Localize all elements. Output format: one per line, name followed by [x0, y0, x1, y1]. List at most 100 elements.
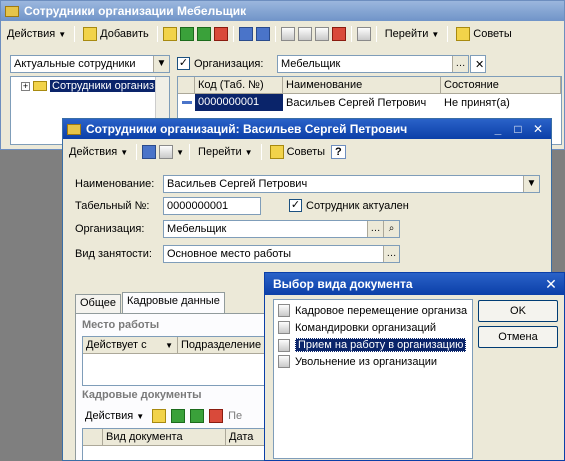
list-item-selected[interactable]: Прием на работу в организацию [278, 338, 467, 352]
form-titlebar: Сотрудники организаций: Васильев Сергей … [63, 119, 551, 139]
toolbar-separator [274, 26, 276, 42]
form-goto-menu[interactable]: Перейти ▼ [195, 145, 256, 159]
main-goto-menu[interactable]: Перейти ▼ [382, 27, 443, 41]
ellipsis-icon[interactable]: … [452, 56, 468, 72]
toolbar-separator [156, 26, 158, 42]
chevron-down-icon: ▼ [431, 29, 440, 39]
employee-filter-select[interactable]: Актуальные сотрудники ▼ [10, 55, 170, 73]
window-folder-icon [5, 5, 19, 17]
filter-off-icon[interactable] [331, 27, 346, 41]
clear-org-button[interactable]: ✕ [470, 55, 486, 73]
list-item[interactable]: Кадровое перемещение организа [278, 304, 467, 317]
add-label: Добавить [100, 28, 149, 40]
list-item[interactable]: Увольнение из организации [278, 355, 437, 368]
table-row[interactable]: 0000000001 Васильев Сергей Петрович Не п… [178, 94, 561, 111]
workplace-header: Место работы [82, 319, 160, 331]
copy-icon[interactable] [179, 27, 194, 41]
filter-list-icon[interactable] [297, 27, 312, 41]
main-window-title: Сотрудники организации Мебельщик [24, 4, 247, 18]
ellipsis-icon[interactable]: … [383, 246, 399, 262]
org-filter-checkbox[interactable]: ✓ [177, 57, 190, 70]
hr-docs-header: Кадровые документы [82, 389, 202, 401]
document-icon [278, 355, 290, 368]
cancel-button[interactable]: Отмена [478, 326, 558, 348]
delete-doc-icon[interactable] [209, 409, 224, 423]
filter-value-icon[interactable] [314, 27, 329, 41]
delete-mark-icon[interactable] [213, 27, 228, 41]
tree-item-label: Сотрудники организ [50, 80, 157, 92]
employment-input[interactable]: Основное место работы … [163, 245, 400, 263]
hr-col-doc-type[interactable]: Вид документа [103, 429, 226, 445]
back-arrow-icon[interactable] [142, 145, 157, 159]
main-actions-menu[interactable]: Действия ▼ [4, 27, 69, 41]
employee-filter-value: Актуальные сотрудники [14, 58, 136, 70]
dialog-title: Выбор вида документа [273, 277, 413, 291]
form-actions-menu[interactable]: Действия ▼ [66, 145, 131, 159]
expand-icon[interactable]: + [21, 81, 30, 91]
main-org-filter: ✓ Организация: [177, 57, 263, 70]
structure-icon[interactable] [356, 27, 371, 41]
form-toolbar: Действия ▼ ▼ Перейти ▼ Советы ? [63, 141, 551, 163]
hierarchy-icon[interactable] [238, 27, 253, 41]
grid-col-code[interactable]: Код (Таб. №) [195, 77, 283, 93]
hr-actions-menu[interactable]: Действия ▼ [82, 409, 147, 423]
main-goto-label: Перейти [384, 28, 429, 40]
name-input[interactable]: Васильев Сергей Петрович ▼ [163, 175, 540, 193]
main-org-input[interactable]: Мебельщик … [277, 55, 469, 73]
grid-col-state[interactable]: Состояние [441, 77, 561, 93]
tab-number-input[interactable]: 0000000001 [163, 197, 261, 215]
maximize-icon[interactable]: □ [511, 122, 525, 136]
tips-icon [456, 27, 471, 41]
copy-doc-icon[interactable] [171, 409, 186, 423]
minimize-icon[interactable]: _ [491, 122, 505, 136]
ok-button[interactable]: OK [478, 300, 558, 322]
structure-icon[interactable] [159, 145, 174, 159]
grid-col-name[interactable]: Наименование [283, 77, 441, 93]
chevron-down-icon[interactable]: ▼ [176, 148, 184, 157]
list-item-label: Увольнение из организации [295, 355, 438, 368]
tree-item[interactable]: + Сотрудники организ [21, 80, 157, 92]
row-name: Васильев Сергей Петрович [286, 96, 427, 109]
org-label: Организация: [75, 223, 145, 235]
list-item[interactable]: Командировки организаций [278, 321, 436, 334]
form-tips-label: Советы [286, 146, 326, 158]
document-icon [278, 304, 290, 317]
close-icon[interactable]: ✕ [544, 277, 558, 291]
open-icon[interactable]: ⌕ [383, 221, 399, 237]
edit-icon[interactable] [196, 27, 211, 41]
chevron-down-icon[interactable]: ▼ [523, 176, 539, 192]
dialog-titlebar: Выбор вида документа ✕ [265, 273, 564, 295]
help-button[interactable]: ? [331, 145, 346, 159]
tab-general[interactable]: Общее [75, 294, 122, 313]
main-actions-label: Действия [7, 28, 56, 40]
employee-active-checkbox[interactable]: ✓ Сотрудник актуален [289, 199, 409, 212]
main-toolbar: Действия ▼ Добавить Перейти ▼ Советы [1, 23, 564, 45]
row-code: 0000000001 [195, 94, 283, 111]
add-doc-icon[interactable] [152, 409, 167, 423]
add-folder-icon[interactable] [162, 27, 177, 41]
hr-docs-toolbar: Действия ▼ Пе [82, 406, 242, 426]
chevron-down-icon: ▼ [136, 411, 145, 421]
form-tips-button[interactable]: Советы [267, 144, 328, 160]
tab-hr-data[interactable]: Кадровые данные [122, 292, 225, 313]
main-tips-button[interactable]: Советы [453, 26, 514, 42]
main-org-label: Организация: [194, 57, 264, 70]
hr-col-marker [83, 429, 103, 445]
close-icon[interactable]: ✕ [531, 122, 545, 136]
name-value: Васильев Сергей Петрович [167, 178, 308, 190]
toolbar-separator [350, 26, 352, 42]
grid-col-marker [178, 77, 195, 93]
chevron-down-icon: ▼ [120, 147, 129, 157]
toolbar-separator [232, 26, 234, 42]
add-button[interactable]: Добавить [80, 26, 152, 42]
main-org-value: Мебельщик [281, 58, 341, 70]
org-input[interactable]: Мебельщик … ⌕ [163, 220, 400, 238]
filter-icon[interactable] [280, 27, 295, 41]
tab-number-value: 0000000001 [167, 200, 229, 212]
toolbar-separator [136, 144, 138, 160]
workplace-col-valid-from[interactable]: Действует с ▼ [83, 337, 178, 353]
edit-doc-icon[interactable] [190, 409, 205, 423]
employment-value: Основное место работы [167, 248, 292, 260]
refresh-icon[interactable] [255, 27, 270, 41]
ellipsis-icon[interactable]: … [367, 221, 383, 237]
